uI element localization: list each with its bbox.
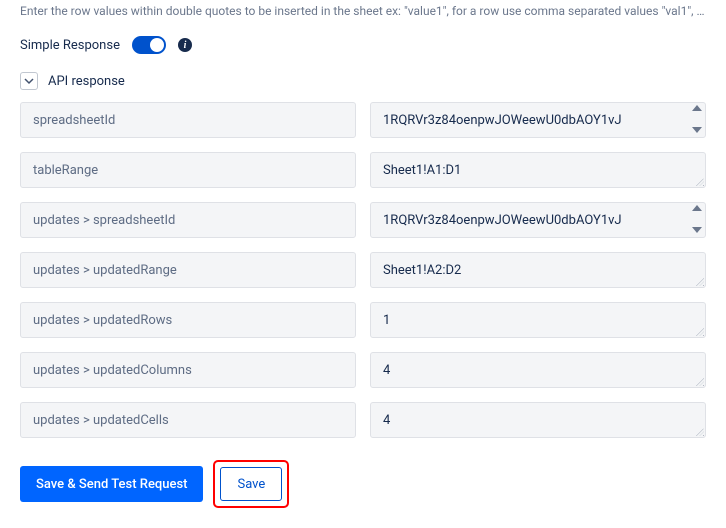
response-value-field[interactable]: 4 bbox=[370, 352, 706, 388]
save-button[interactable]: Save bbox=[220, 467, 282, 501]
response-rows: spreadsheetId 1RQRVr3z84oenpwJOWeewU0dbAO… bbox=[20, 102, 706, 438]
response-key-field[interactable]: updates > updatedCells bbox=[20, 402, 356, 438]
response-key-field[interactable]: spreadsheetId bbox=[20, 102, 356, 138]
response-key-field[interactable]: updates > updatedRows bbox=[20, 302, 356, 338]
api-response-header: API response bbox=[20, 72, 706, 102]
response-row: tableRange Sheet1!A1:D1 bbox=[20, 152, 706, 188]
save-highlight: Save bbox=[213, 460, 289, 508]
chevron-down-icon bbox=[24, 76, 34, 86]
response-value-field[interactable]: Sheet1!A2:D2 bbox=[370, 252, 706, 288]
section-title: API response bbox=[48, 74, 125, 89]
info-icon[interactable]: i bbox=[178, 38, 192, 52]
response-row: updates > updatedRows 1 bbox=[20, 302, 706, 338]
response-row: updates > spreadsheetId 1RQRVr3z84oenpwJO… bbox=[20, 202, 706, 238]
response-row: updates > updatedColumns 4 bbox=[20, 352, 706, 388]
response-row: spreadsheetId 1RQRVr3z84oenpwJOWeewU0dbAO… bbox=[20, 102, 706, 138]
simple-response-label: Simple Response bbox=[20, 38, 120, 53]
collapse-button[interactable] bbox=[20, 72, 38, 90]
simple-response-toggle[interactable] bbox=[132, 36, 166, 54]
response-value-field[interactable]: 4 bbox=[370, 402, 706, 438]
response-value-field[interactable]: 1RQRVr3z84oenpwJOWeewU0dbAOY1vJ bbox=[370, 202, 706, 238]
row-values-hint: Enter the row values within double quote… bbox=[20, 0, 706, 36]
response-key-field[interactable]: tableRange bbox=[20, 152, 356, 188]
response-key-field[interactable]: updates > spreadsheetId bbox=[20, 202, 356, 238]
response-value-field[interactable]: Sheet1!A1:D1 bbox=[370, 152, 706, 188]
save-send-test-button[interactable]: Save & Send Test Request bbox=[20, 466, 203, 502]
response-key-field[interactable]: updates > updatedRange bbox=[20, 252, 356, 288]
response-key-field[interactable]: updates > updatedColumns bbox=[20, 352, 356, 388]
response-value-field[interactable]: 1 bbox=[370, 302, 706, 338]
response-row: updates > updatedCells 4 bbox=[20, 402, 706, 438]
button-row: Save & Send Test Request Save bbox=[20, 460, 706, 508]
response-row: updates > updatedRange Sheet1!A2:D2 bbox=[20, 252, 706, 288]
simple-response-row: Simple Response i bbox=[20, 36, 706, 72]
response-value-field[interactable]: 1RQRVr3z84oenpwJOWeewU0dbAOY1vJ bbox=[370, 102, 706, 138]
